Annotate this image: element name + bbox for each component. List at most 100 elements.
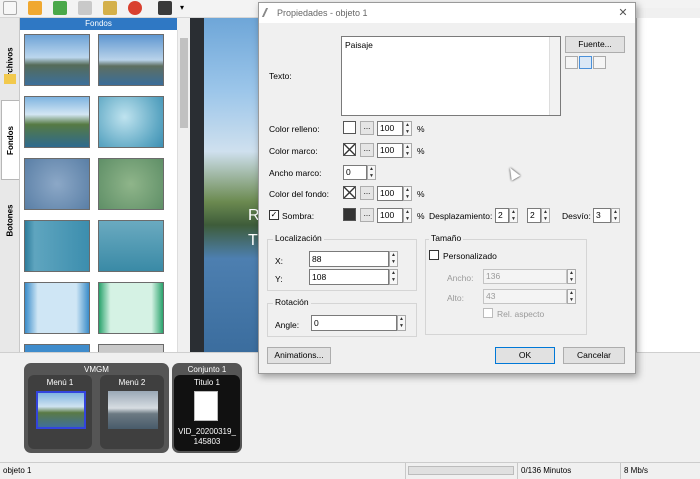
background-thumbnail[interactable] — [24, 96, 90, 148]
percent-label: % — [417, 189, 425, 199]
frame-opacity-input[interactable]: 100 — [377, 143, 403, 158]
shadow-opacity-input[interactable]: 100 — [377, 208, 403, 223]
percent-label: % — [417, 211, 425, 221]
y-input[interactable]: 108 — [309, 269, 389, 285]
background-thumbnail[interactable] — [24, 34, 90, 86]
frame-opacity-stepper[interactable]: ▲ ▼ — [403, 143, 412, 158]
chevron-down-icon[interactable]: ▾ — [180, 3, 184, 12]
frame-color-swatch[interactable] — [343, 143, 356, 156]
offset-x-input[interactable]: 2 — [495, 208, 509, 223]
menu-item-2[interactable]: Menú 2 — [100, 375, 164, 449]
width-input[interactable]: 136 — [483, 269, 567, 284]
shadow-opacity-stepper[interactable]: ▲ ▼ — [403, 208, 412, 223]
desvio-input[interactable]: 3 — [593, 208, 611, 223]
background-thumbnail[interactable] — [24, 220, 90, 272]
background-color-picker-button[interactable]: ... — [360, 186, 374, 200]
font-button[interactable]: Fuente... — [565, 36, 625, 53]
y-stepper[interactable]: ▲ ▼ — [389, 269, 398, 285]
ancho-label: Ancho: — [447, 273, 474, 283]
tab-botones[interactable]: Botones — [1, 190, 19, 250]
menu-preview[interactable] — [190, 18, 258, 352]
frame-width-stepper[interactable]: ▲ ▼ — [367, 165, 376, 180]
shadow-checkbox[interactable]: ✓ — [269, 210, 279, 220]
offset-y-input[interactable]: 2 — [527, 208, 541, 223]
frame-color-picker-button[interactable]: ... — [360, 143, 374, 157]
background-thumbnail[interactable] — [24, 158, 90, 210]
percent-label: % — [417, 124, 425, 134]
height-input[interactable]: 43 — [483, 289, 567, 304]
cancel-button[interactable]: Cancelar — [563, 347, 625, 364]
sombra-label: Sombra: — [282, 211, 315, 221]
status-progress — [405, 463, 517, 479]
tab-fondos[interactable]: Fondos — [1, 100, 19, 180]
height-stepper[interactable]: ▲ ▼ — [567, 289, 576, 304]
menu-thumbnail — [36, 391, 86, 429]
dialog-title: Propiedades - objeto 1 — [277, 8, 368, 18]
title-file-name-2: 145803 — [193, 437, 221, 446]
burn-icon[interactable] — [128, 1, 142, 15]
close-button[interactable]: ✕ — [615, 6, 631, 20]
color-marco-label: Color marco: — [269, 146, 318, 156]
properties-dialog: Propiedades - objeto 1 ✕ Texto: Paisaje … — [258, 2, 636, 374]
texto-value: Paisaje — [345, 40, 373, 50]
save-icon[interactable] — [53, 1, 67, 15]
align-center-icon[interactable] — [579, 56, 592, 69]
ok-button[interactable]: OK — [495, 347, 555, 364]
desvio-label: Desvío: — [562, 211, 591, 221]
wrench-icon[interactable] — [78, 1, 92, 15]
desvio-stepper[interactable]: ▲ ▼ — [611, 208, 620, 223]
background-thumbnail[interactable] — [24, 282, 90, 334]
tab-fondos-label: Fondos — [6, 125, 16, 155]
new-file-icon[interactable] — [3, 1, 17, 15]
tools-icon[interactable] — [103, 1, 117, 15]
background-thumbnail[interactable] — [24, 344, 90, 352]
frame-width-input[interactable]: 0 — [343, 165, 367, 180]
background-opacity-input[interactable]: 100 — [377, 186, 403, 201]
pen-icon — [261, 8, 276, 17]
background-thumbnail[interactable] — [98, 96, 164, 148]
align-right-icon[interactable] — [593, 56, 606, 69]
fill-color-picker-button[interactable]: ... — [360, 121, 374, 135]
title-item-1[interactable]: Titulo 1 VID_20200319_ 145803 — [174, 375, 240, 451]
shadow-color-swatch[interactable] — [343, 208, 356, 221]
background-thumbnail[interactable] — [98, 282, 164, 334]
menu-item-1[interactable]: Menú 1 — [28, 375, 92, 449]
background-thumbnail[interactable] — [98, 34, 164, 86]
personalizado-checkbox[interactable] — [429, 250, 439, 260]
angle-label: Angle: — [275, 320, 300, 330]
status-bar: objeto 1 0/136 Minutos 8 Mb/s — [0, 462, 700, 479]
panel-header: Fondos — [20, 18, 177, 30]
angle-stepper[interactable]: ▲ ▼ — [397, 315, 406, 331]
background-thumbnail[interactable] — [98, 220, 164, 272]
x-input[interactable]: 88 — [309, 251, 389, 267]
alto-label: Alto: — [447, 293, 465, 303]
background-opacity-stepper[interactable]: ▲ ▼ — [403, 186, 412, 201]
align-left-icon[interactable] — [565, 56, 578, 69]
offset-y-stepper[interactable]: ▲ ▼ — [541, 208, 550, 223]
shadow-color-picker-button[interactable]: ... — [360, 208, 374, 222]
thumbnail-scrollbar[interactable] — [177, 30, 189, 352]
offset-x-stepper[interactable]: ▲ ▼ — [509, 208, 518, 223]
menu-group-label: Conjunto 1 — [187, 365, 227, 374]
fill-opacity-input[interactable]: 100 — [377, 121, 403, 136]
texto-textarea[interactable]: Paisaje — [341, 36, 561, 116]
open-folder-icon[interactable] — [28, 1, 42, 15]
side-tabs: Archivos Fondos Botones — [0, 18, 20, 352]
title-file-name: VID_20200319_ — [178, 427, 236, 436]
animations-button[interactable]: Animations... — [267, 347, 331, 364]
film-icon[interactable] — [158, 1, 172, 15]
width-stepper[interactable]: ▲ ▼ — [567, 269, 576, 284]
fill-color-swatch[interactable] — [343, 121, 356, 134]
editor-area[interactable] — [636, 18, 700, 352]
dialog-titlebar[interactable]: Propiedades - objeto 1 ✕ — [259, 3, 635, 23]
texto-label: Texto: — [269, 71, 292, 81]
background-thumbnail[interactable] — [98, 158, 164, 210]
x-stepper[interactable]: ▲ ▼ — [389, 251, 398, 267]
angle-input[interactable]: 0 — [311, 315, 397, 331]
video-file-icon — [194, 391, 218, 421]
rel-aspecto-checkbox[interactable] — [483, 308, 493, 318]
fill-opacity-stepper[interactable]: ▲ ▼ — [403, 121, 412, 136]
menu-group-conjunto: Conjunto 1 Titulo 1 VID_20200319_ 145803 — [172, 363, 242, 453]
background-thumbnail[interactable] — [98, 344, 164, 352]
background-color-swatch[interactable] — [343, 186, 356, 199]
